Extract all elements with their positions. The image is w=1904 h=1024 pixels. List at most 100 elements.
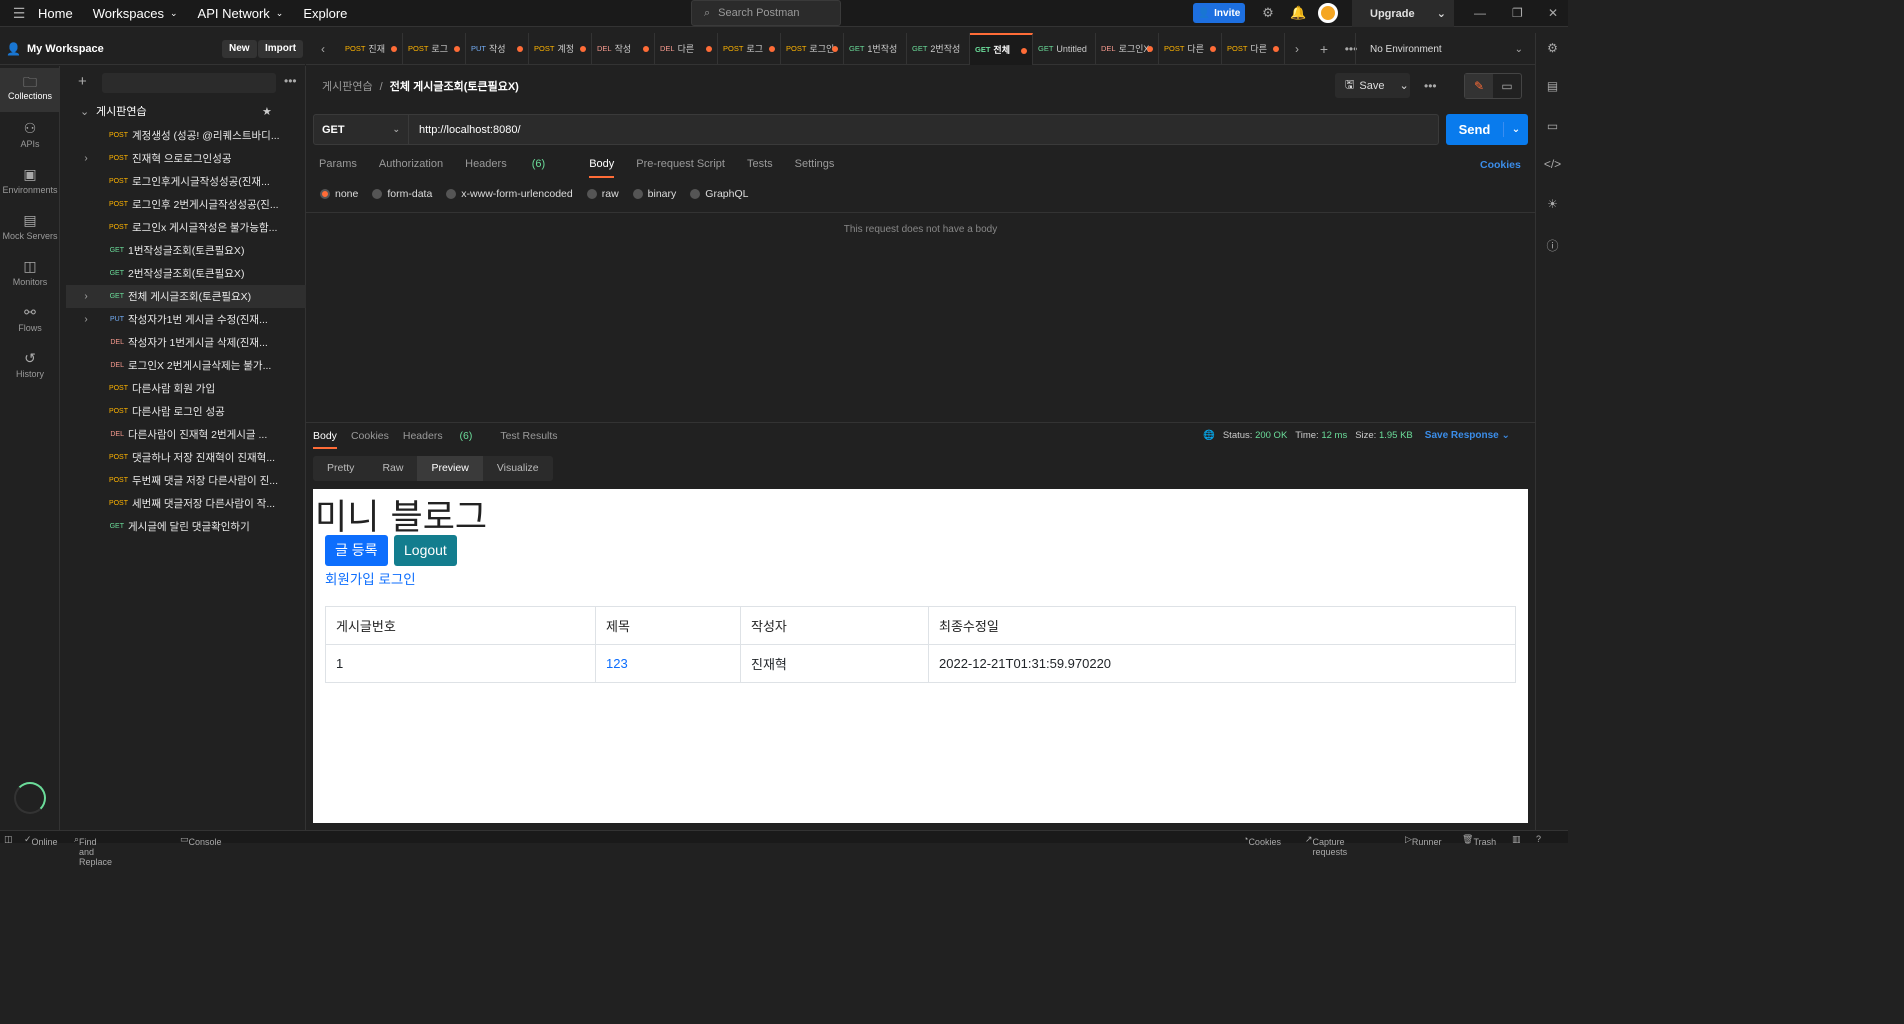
sidebar-request-item[interactable]: POST 계정생성 (성공! @리퀘스트바디... [66, 124, 306, 147]
request-tab[interactable]: GET 전체 [970, 32, 1033, 65]
request-tab[interactable]: GET Untitled [1033, 32, 1096, 65]
view-tab-pretty[interactable]: Pretty [313, 456, 368, 481]
signup-link[interactable]: 회원가입 [325, 572, 375, 587]
find-replace-button[interactable]: ⌕ Find and Replace [74, 834, 112, 867]
cookies-link[interactable]: Cookies [1480, 159, 1521, 171]
request-tab[interactable]: POST 다른 [1222, 32, 1285, 65]
method-select[interactable]: GET ⌄ [314, 115, 409, 144]
resp-tab-body[interactable]: Body [313, 430, 337, 449]
resp-tab-cookies[interactable]: Cookies [351, 430, 389, 449]
sidebar-request-item[interactable]: POST 로그인후게시글작성성공(진재... [66, 170, 306, 193]
chevron-right-icon[interactable]: › [1285, 42, 1309, 56]
resp-tab-headers[interactable]: Headers (6) [403, 430, 486, 449]
send-button[interactable]: Send ⌄ [1446, 114, 1528, 145]
radio-graphql[interactable]: GraphQL [690, 188, 748, 200]
sidebar-request-item[interactable]: › PUT 작성자가1번 게시글 수정(진재... [66, 308, 306, 331]
avatar[interactable] [1318, 3, 1338, 23]
sidebar-request-item[interactable]: › POST 진재혁 으로로그인성공 [66, 147, 306, 170]
size-value[interactable]: 1.95 KB [1379, 430, 1413, 441]
help-icon[interactable]: ? [1536, 834, 1541, 844]
nav-environments[interactable]: ▣ Environments [0, 162, 60, 206]
home-link[interactable]: Home [38, 6, 73, 21]
request-tab[interactable]: POST 계정 [529, 32, 592, 65]
chevron-right-icon[interactable]: › [66, 314, 106, 325]
radio-raw[interactable]: raw [586, 188, 619, 200]
breadcrumb-parent[interactable]: 게시판연습 [322, 81, 373, 93]
request-tab[interactable]: GET 2번작성 [907, 32, 970, 65]
chevron-right-icon[interactable]: › [66, 291, 106, 302]
request-tab[interactable]: POST 로그인 [781, 32, 844, 65]
sidebar-request-item[interactable]: DEL 다른사람이 진재혁 2번게시글 ... [66, 423, 306, 446]
tab-body[interactable]: Body [589, 158, 615, 178]
request-tab[interactable]: PUT 작성 [466, 32, 529, 65]
sidebar-request-item[interactable]: POST 세번째 댓글저장 다른사람이 작... [66, 492, 306, 515]
sidebar-search-input[interactable] [102, 73, 276, 93]
settings-icon[interactable]: ⚙ [1260, 5, 1276, 21]
request-tab[interactable]: POST 로그 [718, 32, 781, 65]
status-value[interactable]: 200 OK [1255, 430, 1287, 441]
search-input[interactable]: ⌕ Search Postman [691, 0, 841, 26]
chevron-down-icon[interactable]: ⌄ [1504, 124, 1528, 135]
globe-icon[interactable]: 🌐 [1203, 430, 1215, 441]
sidebar-request-item[interactable]: › GET 전체 게시글조회(토큰필요X) [66, 285, 306, 308]
nav-collections[interactable]: 🗀 Collections [0, 68, 60, 112]
view-tab-raw[interactable]: Raw [368, 456, 417, 481]
menu-icon[interactable]: ☰ [0, 5, 38, 22]
new-tab-icon[interactable]: + [1309, 41, 1339, 57]
close-icon[interactable]: ✕ [1548, 6, 1558, 20]
sidebar-request-item[interactable]: POST 다른사람 회원 가입 [66, 377, 306, 400]
two-pane-icon[interactable]: ▥ [1512, 834, 1521, 845]
documentation-icon[interactable]: ▤ [1536, 79, 1569, 93]
pane-divider[interactable] [306, 422, 1535, 423]
save-button[interactable]: 🖫 Save ⌄ [1335, 73, 1410, 98]
environment-select[interactable]: No Environment ⌄ [1355, 33, 1535, 65]
radio-form-data[interactable]: form-data [372, 188, 432, 200]
layout-icon[interactable]: ◫ [4, 834, 13, 845]
url-input[interactable] [409, 115, 1438, 144]
sidebar-request-item[interactable]: POST 로그인x 게시글작성은 불가능함... [66, 216, 306, 239]
info-icon[interactable]: ⓘ [1536, 237, 1569, 254]
logout-button[interactable]: Logout [394, 535, 457, 566]
sidebar-request-item[interactable]: GET 게시글에 달린 댓글확인하기 [66, 515, 306, 538]
sidebar-request-item[interactable]: GET 1번작성글조회(토큰필요X) [66, 239, 306, 262]
request-title[interactable]: 전체 게시글조회(토큰필요X) [390, 81, 519, 93]
restore-icon[interactable]: ❐ [1512, 6, 1523, 20]
console-button[interactable]: ▭ Console [180, 834, 222, 847]
radio-none[interactable]: none [320, 188, 358, 200]
resp-tab-test-results[interactable]: Test Results [500, 430, 557, 449]
bell-icon[interactable]: 🔔 [1290, 5, 1306, 21]
online-status[interactable]: ✓ Online [24, 834, 58, 847]
more-icon[interactable]: ••• [284, 74, 297, 88]
post-title-link[interactable]: 123 [595, 644, 741, 683]
chevron-left-icon[interactable]: ‹ [306, 42, 340, 56]
cookies-button[interactable]: ◔ Cookies [1243, 834, 1281, 847]
view-tab-preview[interactable]: Preview [417, 456, 483, 481]
workspaces-menu[interactable]: Workspaces ⌄ [93, 6, 178, 21]
sidebar-request-item[interactable]: GET 2번작성글조회(토큰필요X) [66, 262, 306, 285]
request-tab[interactable]: POST 진재 [340, 32, 403, 65]
save-response-button[interactable]: Save Response ⌄ [1425, 430, 1510, 441]
time-value[interactable]: 12 ms [1321, 430, 1347, 441]
nav-mock-servers[interactable]: ▤ Mock Servers [0, 208, 60, 252]
chevron-right-icon[interactable]: › [66, 153, 106, 164]
explore-link[interactable]: Explore [303, 6, 347, 21]
tab-headers[interactable]: Headers (6) [465, 158, 567, 178]
sidebar-request-item[interactable]: DEL 작성자가 1번게시글 삭제(진재... [66, 331, 306, 354]
comment-icon[interactable]: ▭ [1493, 74, 1521, 98]
bootcamp-progress-icon[interactable] [14, 782, 46, 814]
sidebar-request-item[interactable]: DEL 로그인X 2번게시글삭제는 불가... [66, 354, 306, 377]
collection-header[interactable]: ⌄ 게시판연습 ★ [66, 100, 306, 122]
request-tab[interactable]: DEL 작성 [592, 32, 655, 65]
nav-history[interactable]: ↺ History [0, 346, 60, 390]
request-tab[interactable]: POST 로그 [403, 32, 466, 65]
comments-icon[interactable]: ▭ [1536, 119, 1569, 133]
edit-icon[interactable]: ✎ [1465, 74, 1493, 98]
new-button[interactable]: New [222, 40, 257, 58]
view-tab-visualize[interactable]: Visualize [483, 456, 553, 481]
sidebar-request-item[interactable]: POST 두번째 댓글 저장 다른사람이 진... [66, 469, 306, 492]
tab-settings[interactable]: Settings [795, 158, 835, 178]
settings-icon[interactable]: ⚙ [1536, 41, 1569, 55]
nav-flows[interactable]: ⚯ Flows [0, 300, 60, 344]
plus-icon[interactable]: + [78, 73, 87, 90]
invite-button[interactable]: 👤 Invite [1193, 3, 1245, 23]
